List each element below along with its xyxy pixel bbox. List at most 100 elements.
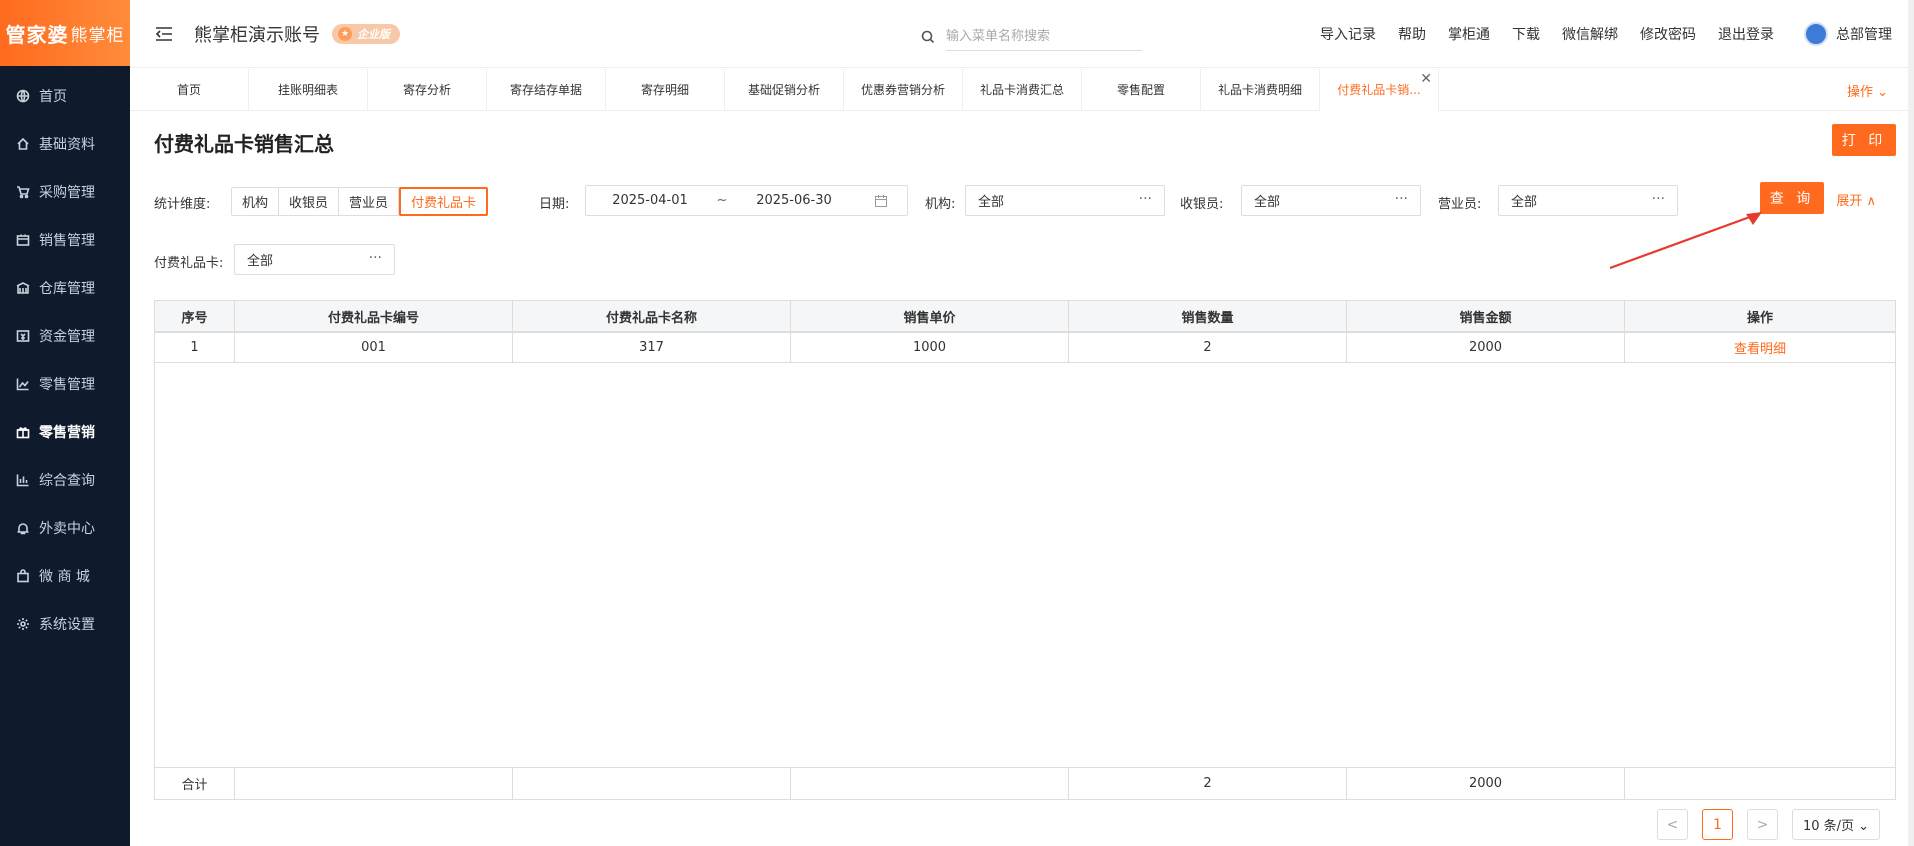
- view-detail-link[interactable]: 查看明细: [1734, 338, 1786, 357]
- more-icon: ···: [1138, 191, 1152, 207]
- page-tabs: 首页 挂账明细表 寄存分析 寄存结存单据 寄存明细 基础促销分析 优惠券营销分析…: [130, 68, 1914, 111]
- table-cell: 2: [1069, 333, 1347, 362]
- summary-table: 序号 付费礼品卡编号 付费礼品卡名称 销售单价 销售数量 销售金额 操作 1 0…: [154, 300, 1896, 800]
- dimension-selector: 机构 收银员 营业员 付费礼品卡: [231, 187, 489, 216]
- print-button[interactable]: 打 印: [1832, 124, 1896, 156]
- date-separator: ~: [716, 193, 728, 208]
- dimension-clerk[interactable]: 营业员: [339, 188, 400, 215]
- pagination: < 1 > 10 条/页 ⌄: [1657, 809, 1880, 840]
- sidebar-item-basic[interactable]: 基础资料: [0, 120, 130, 168]
- date-start[interactable]: 2025-04-01: [586, 193, 714, 208]
- table-cell: 1000: [791, 333, 1069, 362]
- tab-retail-config[interactable]: 零售配置: [1082, 68, 1201, 111]
- tabs-operation-menu[interactable]: 操作 ⌄: [1847, 81, 1888, 100]
- expand-toggle[interactable]: 展开 ∧: [1836, 190, 1876, 209]
- main-content: 付费礼品卡销售汇总 打 印 统计维度: 机构 收银员 营业员 付费礼品卡 日期:…: [130, 112, 1914, 846]
- sidebar-nav: 首页 基础资料 采购管理 销售管理 仓库管理 资金管理 零售管理 零售营销 综合…: [0, 72, 130, 648]
- cart-icon: [16, 185, 30, 199]
- close-icon[interactable]: ✕: [1420, 71, 1432, 87]
- cashier-select[interactable]: 全部 ···: [1241, 185, 1421, 216]
- table-cell: [513, 768, 791, 799]
- tab-giftcard-summary[interactable]: 礼品卡消费汇总: [963, 68, 1082, 111]
- sidebar-item-settings[interactable]: 系统设置: [0, 600, 130, 648]
- page-1-button[interactable]: 1: [1702, 809, 1733, 840]
- bar-chart-icon: [16, 473, 30, 487]
- sidebar-item-retail-marketing[interactable]: 零售营销: [0, 408, 130, 456]
- table-cell: 查看明细: [1625, 333, 1895, 362]
- table-cell: 1: [155, 333, 235, 362]
- sidebar-item-purchase[interactable]: 采购管理: [0, 168, 130, 216]
- user-menu[interactable]: 总部管理: [1804, 22, 1892, 46]
- menu-search: [920, 22, 1276, 52]
- next-page-button[interactable]: >: [1747, 809, 1778, 840]
- col-header: 付费礼品卡编号: [235, 301, 513, 331]
- clerk-select[interactable]: 全部 ···: [1498, 185, 1678, 216]
- table-row: 1 001 317 1000 2 2000 查看明细: [155, 333, 1895, 363]
- alarm-icon: [16, 521, 30, 535]
- sidebar-item-query[interactable]: 综合查询: [0, 456, 130, 504]
- sidebar-item-home[interactable]: 首页: [0, 72, 130, 120]
- search-icon: [921, 30, 935, 44]
- sidebar-item-sales[interactable]: 销售管理: [0, 216, 130, 264]
- page-title: 付费礼品卡销售汇总: [154, 132, 334, 156]
- total-label: 合计: [155, 768, 235, 799]
- link-download[interactable]: 下载: [1512, 24, 1540, 44]
- table-header: 序号 付费礼品卡编号 付费礼品卡名称 销售单价 销售数量 销售金额 操作: [155, 301, 1895, 333]
- table-cell: 001: [235, 333, 513, 362]
- tab-deposit-analysis[interactable]: 寄存分析: [368, 68, 487, 111]
- sidebar-item-finance[interactable]: 资金管理: [0, 312, 130, 360]
- money-icon: [16, 329, 30, 343]
- date-end[interactable]: 2025-06-30: [730, 193, 858, 208]
- table-cell: 2000: [1347, 333, 1625, 362]
- col-header: 序号: [155, 301, 235, 331]
- account-name: 熊掌柜演示账号: [194, 24, 320, 46]
- tab-deposit-detail[interactable]: 寄存明细: [606, 68, 725, 111]
- bag-icon: [16, 569, 30, 583]
- warehouse-icon: [16, 281, 30, 295]
- tab-promo-analysis[interactable]: 基础促销分析: [725, 68, 844, 111]
- tab-giftcard-detail[interactable]: 礼品卡消费明细: [1201, 68, 1320, 111]
- calendar-icon: [875, 194, 887, 207]
- total-quantity: 2: [1069, 768, 1347, 799]
- col-header: 销售金额: [1347, 301, 1625, 331]
- scrollbar[interactable]: [1908, 0, 1914, 846]
- tab-home[interactable]: 首页: [130, 68, 249, 111]
- user-name: 总部管理: [1836, 27, 1892, 43]
- total-amount: 2000: [1347, 768, 1625, 799]
- tab-credit-detail[interactable]: 挂账明细表: [249, 68, 368, 111]
- giftcard-label: 付费礼品卡:: [154, 256, 224, 271]
- cashier-label: 收银员:: [1180, 197, 1224, 212]
- link-zhangguitong[interactable]: 掌柜通: [1448, 24, 1490, 44]
- link-wechat-unbind[interactable]: 微信解绑: [1562, 24, 1618, 44]
- menu-toggle-icon[interactable]: [154, 26, 174, 42]
- link-change-password[interactable]: 修改密码: [1640, 24, 1696, 44]
- dimension-cashier[interactable]: 收银员: [279, 188, 340, 215]
- edition-badge: ★ 企业版: [332, 23, 400, 44]
- sidebar-item-takeout[interactable]: 外卖中心: [0, 504, 130, 552]
- date-range-picker[interactable]: 2025-04-01 ~ 2025-06-30: [585, 185, 908, 216]
- page-size-select[interactable]: 10 条/页 ⌄: [1792, 809, 1880, 840]
- link-import-records[interactable]: 导入记录: [1320, 24, 1376, 44]
- table-cell: [235, 768, 513, 799]
- link-logout[interactable]: 退出登录: [1718, 24, 1774, 44]
- sales-icon: [16, 233, 30, 247]
- dimension-org[interactable]: 机构: [232, 188, 280, 215]
- col-header: 销售数量: [1069, 301, 1347, 331]
- sidebar-item-retail[interactable]: 零售管理: [0, 360, 130, 408]
- tab-deposit-balance[interactable]: 寄存结存单据: [487, 68, 606, 111]
- menu-search-input[interactable]: [946, 23, 1142, 51]
- link-help[interactable]: 帮助: [1398, 24, 1426, 44]
- giftcard-select[interactable]: 全部 ···: [234, 244, 395, 275]
- org-label: 机构:: [925, 197, 956, 212]
- logo: 管家婆 熊掌柜: [0, 0, 130, 66]
- tab-paid-giftcard-sales[interactable]: 付费礼品卡销... ✕: [1320, 68, 1439, 111]
- tab-coupon-analysis[interactable]: 优惠券营销分析: [844, 68, 963, 111]
- table-footer: 合计 2 2000: [155, 767, 1895, 799]
- sidebar-item-mall[interactable]: 微 商 城: [0, 552, 130, 600]
- org-select[interactable]: 全部 ···: [965, 185, 1165, 216]
- dimension-paid-giftcard[interactable]: 付费礼品卡: [399, 187, 489, 216]
- sidebar-item-warehouse[interactable]: 仓库管理: [0, 264, 130, 312]
- query-button[interactable]: 查 询: [1760, 182, 1824, 214]
- more-icon: ···: [1394, 191, 1408, 207]
- prev-page-button[interactable]: <: [1657, 809, 1688, 840]
